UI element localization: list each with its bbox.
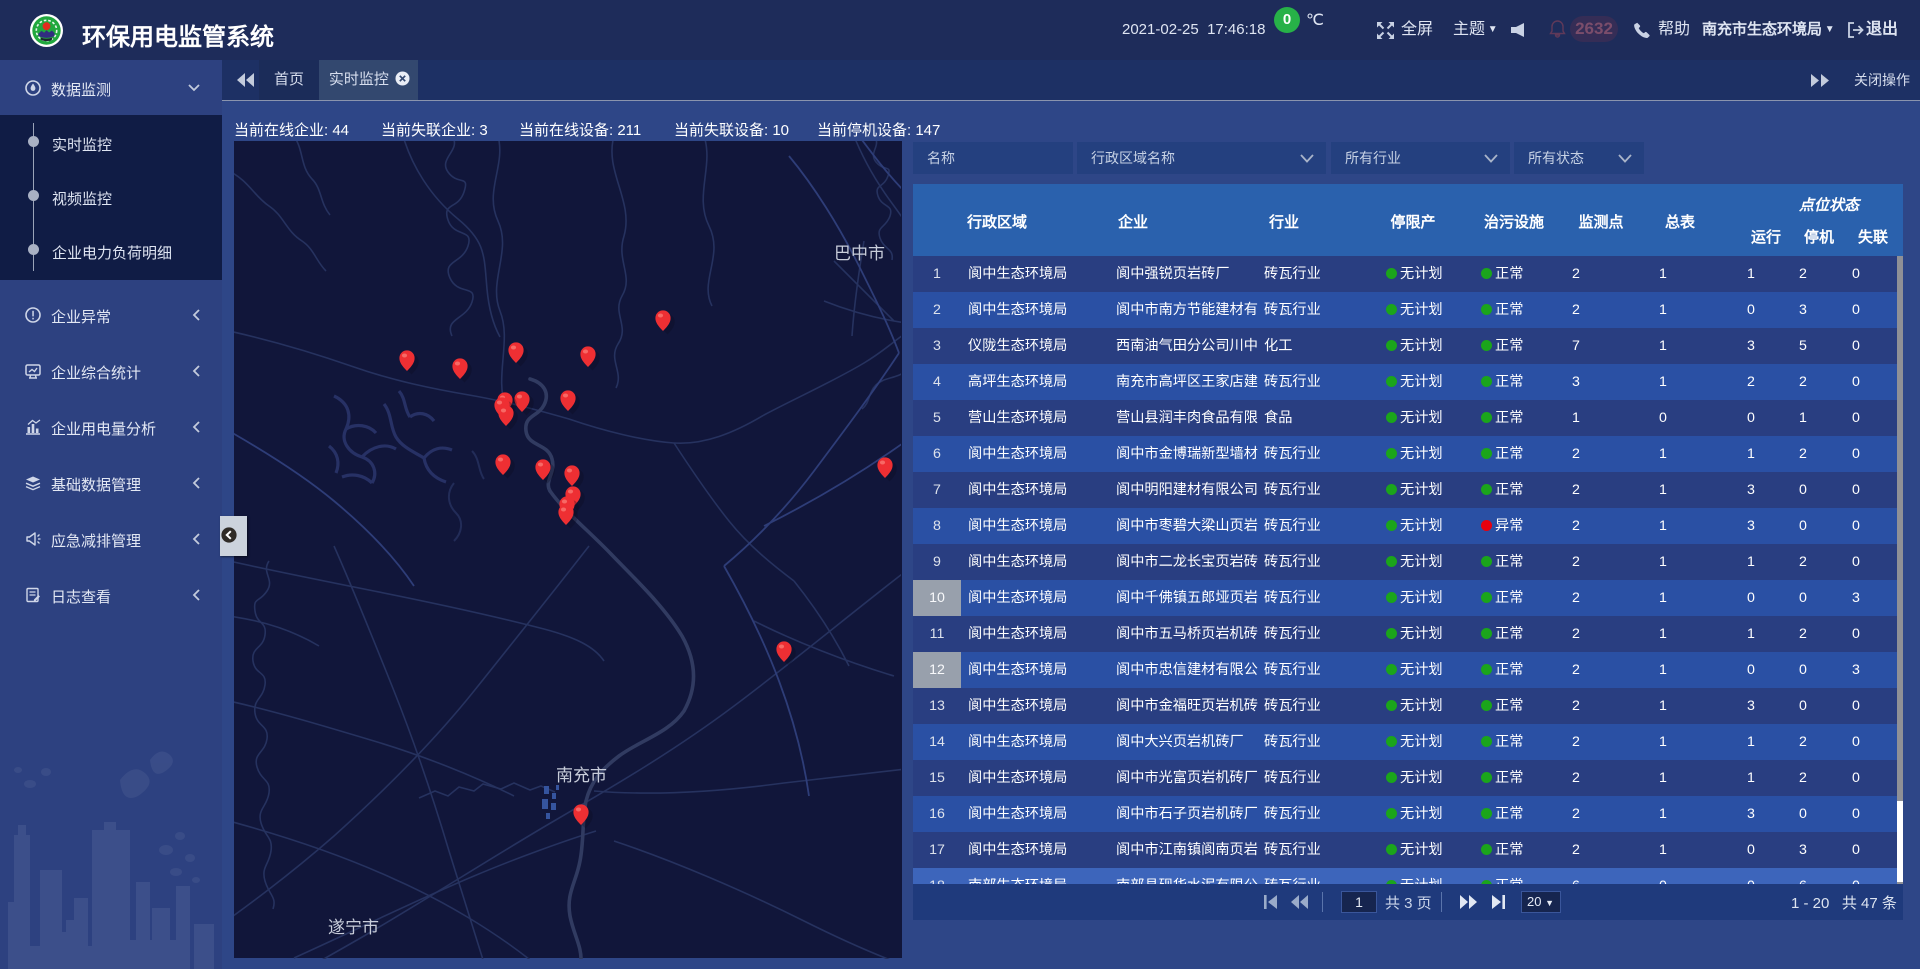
svg-text:巴中市: 巴中市 xyxy=(834,244,885,263)
svg-text:遂宁市: 遂宁市 xyxy=(328,918,379,937)
svg-text:南充市: 南充市 xyxy=(556,766,607,785)
